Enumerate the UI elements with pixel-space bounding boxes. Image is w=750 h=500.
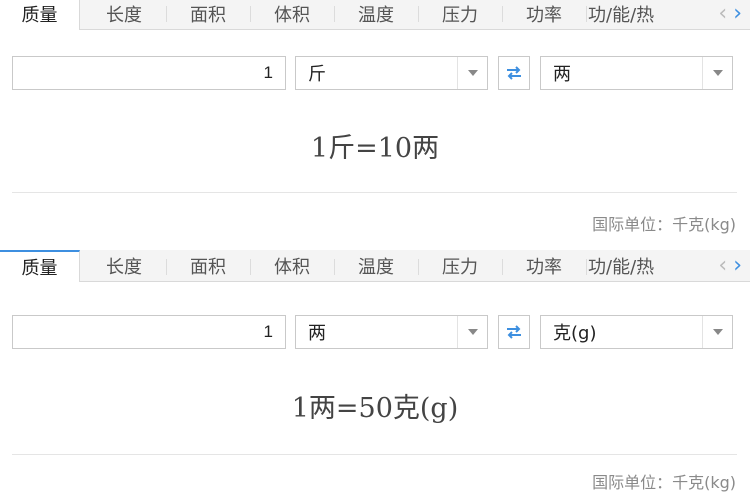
swap-arrows-icon — [507, 325, 521, 339]
tab-separator — [502, 259, 503, 275]
tab-temperature[interactable]: 温度 — [336, 250, 416, 281]
tab-pressure[interactable]: 压力 — [420, 250, 500, 281]
tab-length[interactable]: 长度 — [84, 0, 164, 29]
swap-units-button[interactable] — [498, 56, 530, 90]
tab-work-energy-heat[interactable]: 功/能/热 — [588, 250, 688, 281]
caret-down-icon — [467, 70, 478, 76]
to-unit-select[interactable]: 两 — [540, 56, 733, 90]
tab-separator — [166, 259, 167, 275]
divider — [12, 454, 737, 455]
chevron-right-icon[interactable]: › — [733, 2, 742, 25]
to-unit-value: 克(g) — [553, 323, 597, 344]
tab-separator — [250, 259, 251, 275]
caret-down-icon — [467, 329, 478, 335]
tab-mass[interactable]: 质量 — [0, 250, 80, 282]
to-unit-select[interactable]: 克(g) — [540, 315, 733, 349]
dropdown-toggle[interactable] — [702, 316, 732, 348]
tab-pressure[interactable]: 压力 — [420, 0, 500, 29]
si-unit-note: 国际单位：千克(kg) — [592, 215, 736, 234]
value-input[interactable] — [12, 315, 286, 349]
chevron-right-icon[interactable]: › — [733, 254, 742, 277]
chevron-left-icon[interactable]: ‹ — [718, 254, 727, 277]
tab-volume[interactable]: 体积 — [252, 250, 332, 281]
from-unit-select[interactable]: 两 — [295, 315, 488, 349]
swap-units-button[interactable] — [498, 315, 530, 349]
to-unit-value: 两 — [553, 64, 571, 85]
tab-scroll-arrows: ‹ › — [718, 250, 742, 281]
tab-separator — [502, 6, 503, 22]
dropdown-toggle[interactable] — [457, 316, 487, 348]
tab-mass[interactable]: 质量 — [0, 0, 80, 30]
conversion-result: 1斤=10两 — [310, 133, 440, 164]
caret-down-icon — [712, 70, 723, 76]
value-input[interactable] — [12, 56, 286, 90]
tab-separator — [586, 6, 587, 22]
conversion-row: 斤 两 — [12, 56, 737, 90]
tab-temperature[interactable]: 温度 — [336, 0, 416, 29]
tab-volume[interactable]: 体积 — [252, 0, 332, 29]
tab-separator — [250, 6, 251, 22]
tab-area[interactable]: 面积 — [168, 250, 248, 281]
unit-category-tabs: 质量 长度 面积 体积 温度 压力 功率 功/能/热 ‹ › — [0, 0, 750, 30]
dropdown-toggle[interactable] — [457, 57, 487, 89]
tab-separator — [334, 259, 335, 275]
divider — [12, 192, 737, 193]
tab-scroll-arrows: ‹ › — [718, 0, 742, 29]
tab-power[interactable]: 功率 — [504, 0, 584, 29]
tab-area[interactable]: 面积 — [168, 0, 248, 29]
converter-panel-1: 质量 长度 面积 体积 温度 压力 功率 功/能/热 ‹ › 斤 — [0, 0, 750, 240]
from-unit-value: 斤 — [308, 64, 326, 85]
si-unit-note: 国际单位：千克(kg) — [592, 473, 736, 492]
tab-separator — [586, 259, 587, 275]
tab-separator — [418, 259, 419, 275]
unit-category-tabs: 质量 长度 面积 体积 温度 压力 功率 功/能/热 ‹ › — [0, 250, 750, 282]
tab-separator — [166, 6, 167, 22]
conversion-row: 两 克(g) — [12, 315, 737, 349]
swap-arrows-icon — [507, 66, 521, 80]
converter-panel-2: 质量 长度 面积 体积 温度 压力 功率 功/能/热 ‹ › 两 — [0, 250, 750, 500]
caret-down-icon — [712, 329, 723, 335]
from-unit-select[interactable]: 斤 — [295, 56, 488, 90]
tab-work-energy-heat[interactable]: 功/能/热 — [588, 0, 688, 29]
chevron-left-icon[interactable]: ‹ — [718, 2, 727, 25]
tab-length[interactable]: 长度 — [84, 250, 164, 281]
dropdown-toggle[interactable] — [702, 57, 732, 89]
tab-power[interactable]: 功率 — [504, 250, 584, 281]
conversion-result: 1两=50克(g) — [291, 393, 459, 424]
tab-separator — [418, 6, 419, 22]
tab-separator — [334, 6, 335, 22]
from-unit-value: 两 — [308, 323, 326, 344]
